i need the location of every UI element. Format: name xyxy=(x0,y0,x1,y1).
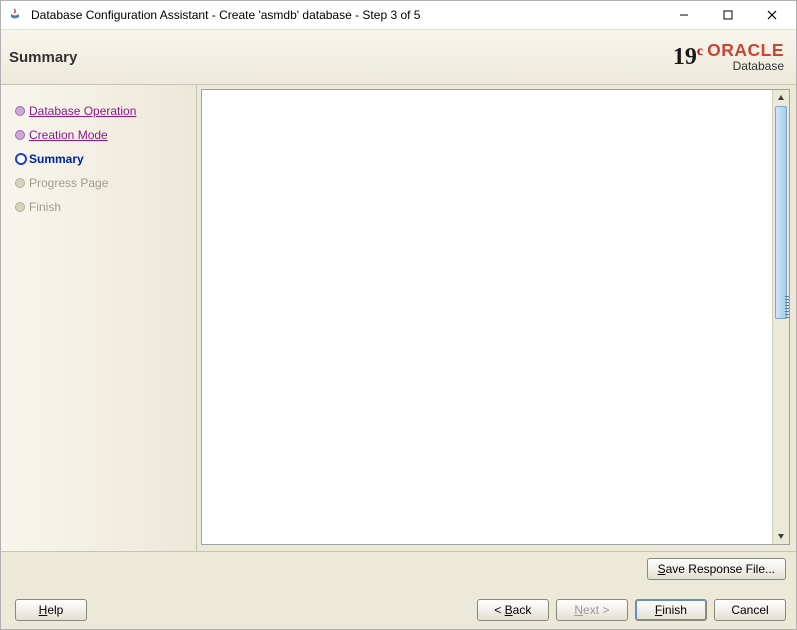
logo-text: ORACLE Database xyxy=(707,42,784,72)
wizard-step-label[interactable]: Creation Mode xyxy=(29,128,108,142)
header: Summary 19c ORACLE Database xyxy=(1,30,796,85)
wizard-step-database-operation[interactable]: Database Operation xyxy=(11,99,188,123)
titlebar: Database Configuration Assistant - Creat… xyxy=(1,1,796,30)
save-response-file-button[interactable]: Save Response File... xyxy=(647,558,786,580)
summary-tree[interactable] xyxy=(202,90,773,544)
scroll-track[interactable] xyxy=(773,106,789,528)
wizard-step-label: Finish xyxy=(29,200,61,214)
logo-brand: ORACLE xyxy=(707,42,784,60)
main-panel xyxy=(197,85,796,551)
wizard-step-label: Summary xyxy=(29,152,84,166)
logo-product: Database xyxy=(707,60,784,72)
button-label-rest: ext xyxy=(583,603,599,617)
wizard-step-label: Progress Page xyxy=(29,176,108,190)
window-title: Database Configuration Assistant - Creat… xyxy=(29,8,662,22)
cancel-button[interactable]: Cancel xyxy=(714,599,786,621)
summary-tree-container xyxy=(201,89,790,545)
step-dot-icon xyxy=(15,106,25,116)
button-label-rest: elp xyxy=(47,603,63,617)
footer: Save Response File... Help < Back Next >… xyxy=(1,551,796,629)
close-button[interactable] xyxy=(750,2,794,28)
wizard-step-label[interactable]: Database Operation xyxy=(29,104,136,118)
wizard-step-creation-mode[interactable]: Creation Mode xyxy=(11,123,188,147)
scroll-grip-icon xyxy=(785,296,790,318)
back-button[interactable]: < Back xyxy=(477,599,549,621)
scroll-up-arrow-icon[interactable] xyxy=(773,90,789,106)
finish-button[interactable]: Finish xyxy=(635,599,707,621)
step-dot-icon xyxy=(15,130,25,140)
page-title: Summary xyxy=(9,49,673,66)
maximize-button[interactable] xyxy=(706,2,750,28)
oracle-logo: 19c ORACLE Database xyxy=(673,42,784,72)
wizard-sidebar: Database Operation Creation Mode Summary… xyxy=(1,85,197,551)
body: Database Operation Creation Mode Summary… xyxy=(1,85,796,551)
button-label-rest: ave Response File... xyxy=(666,562,775,576)
step-dot-icon xyxy=(15,153,27,165)
button-label-rest: inish xyxy=(662,603,687,617)
button-label: Cancel xyxy=(731,603,768,617)
wizard-step-progress-page: Progress Page xyxy=(11,171,188,195)
scroll-down-arrow-icon[interactable] xyxy=(773,528,789,544)
next-button: Next > xyxy=(556,599,628,621)
java-coffee-icon xyxy=(7,7,23,23)
logo-version: 19c xyxy=(673,44,703,71)
logo-version-suffix: c xyxy=(697,44,703,59)
wizard-step-finish: Finish xyxy=(11,195,188,219)
scroll-thumb[interactable] xyxy=(775,106,787,319)
vertical-scrollbar[interactable] xyxy=(772,90,789,544)
step-dot-icon xyxy=(15,178,25,188)
wizard-step-summary[interactable]: Summary xyxy=(11,147,188,171)
step-dot-icon xyxy=(15,202,25,212)
logo-version-number: 19 xyxy=(673,44,697,70)
button-label-rest: ack xyxy=(513,603,532,617)
window-controls xyxy=(662,2,796,28)
window-root: Database Configuration Assistant - Creat… xyxy=(0,0,797,630)
minimize-button[interactable] xyxy=(662,2,706,28)
help-button[interactable]: Help xyxy=(15,599,87,621)
